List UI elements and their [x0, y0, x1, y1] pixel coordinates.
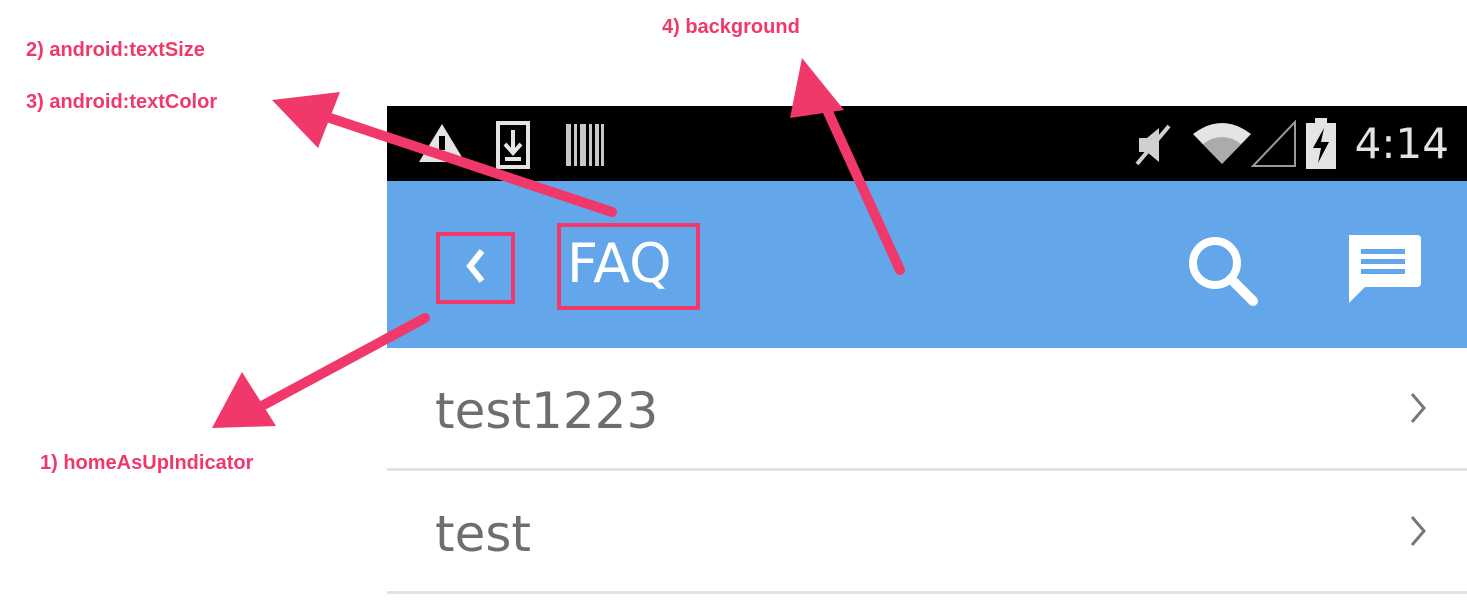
- annotation-background: 4) background: [662, 16, 800, 38]
- chat-button[interactable]: [1343, 229, 1423, 309]
- muted-icon: [1131, 122, 1175, 173]
- list-item[interactable]: test: [387, 471, 1467, 594]
- text-color-arrow-head: [272, 92, 340, 148]
- search-icon: [1183, 237, 1263, 315]
- signal-icon: [1250, 119, 1297, 173]
- list-item-label: test: [435, 505, 532, 563]
- chevron-right-icon: [1409, 392, 1427, 429]
- status-bar: 4:14: [387, 106, 1467, 181]
- annotation-text-size: 2) android:textSize: [26, 39, 205, 61]
- chevron-right-icon: [1409, 515, 1427, 552]
- download-icon: [495, 120, 531, 175]
- title-highlight: FAQ: [557, 223, 700, 310]
- annotation-text-color: 3) android:textColor: [26, 91, 218, 113]
- action-bar: FAQ: [387, 181, 1467, 348]
- search-button[interactable]: [1183, 231, 1263, 311]
- warning-icon: [417, 122, 467, 169]
- battery-charging-icon: [1305, 118, 1337, 175]
- wifi-icon: [1193, 122, 1251, 171]
- list-item[interactable]: test1223: [387, 348, 1467, 471]
- home-up-arrow-head: [212, 372, 276, 428]
- faq-list: test1223 test: [387, 348, 1467, 594]
- status-clock: 4:14: [1354, 119, 1449, 168]
- home-as-up-button[interactable]: [436, 232, 515, 304]
- chat-icon: [1343, 235, 1423, 313]
- phone-screen: 4:14 FAQ test1223 test: [387, 106, 1467, 608]
- back-icon: [465, 248, 487, 289]
- barcode-icon: [565, 122, 605, 173]
- page-title: FAQ: [567, 232, 672, 295]
- list-item-label: test1223: [435, 382, 659, 440]
- annotation-home-as-up: 1) homeAsUpIndicator: [40, 452, 254, 474]
